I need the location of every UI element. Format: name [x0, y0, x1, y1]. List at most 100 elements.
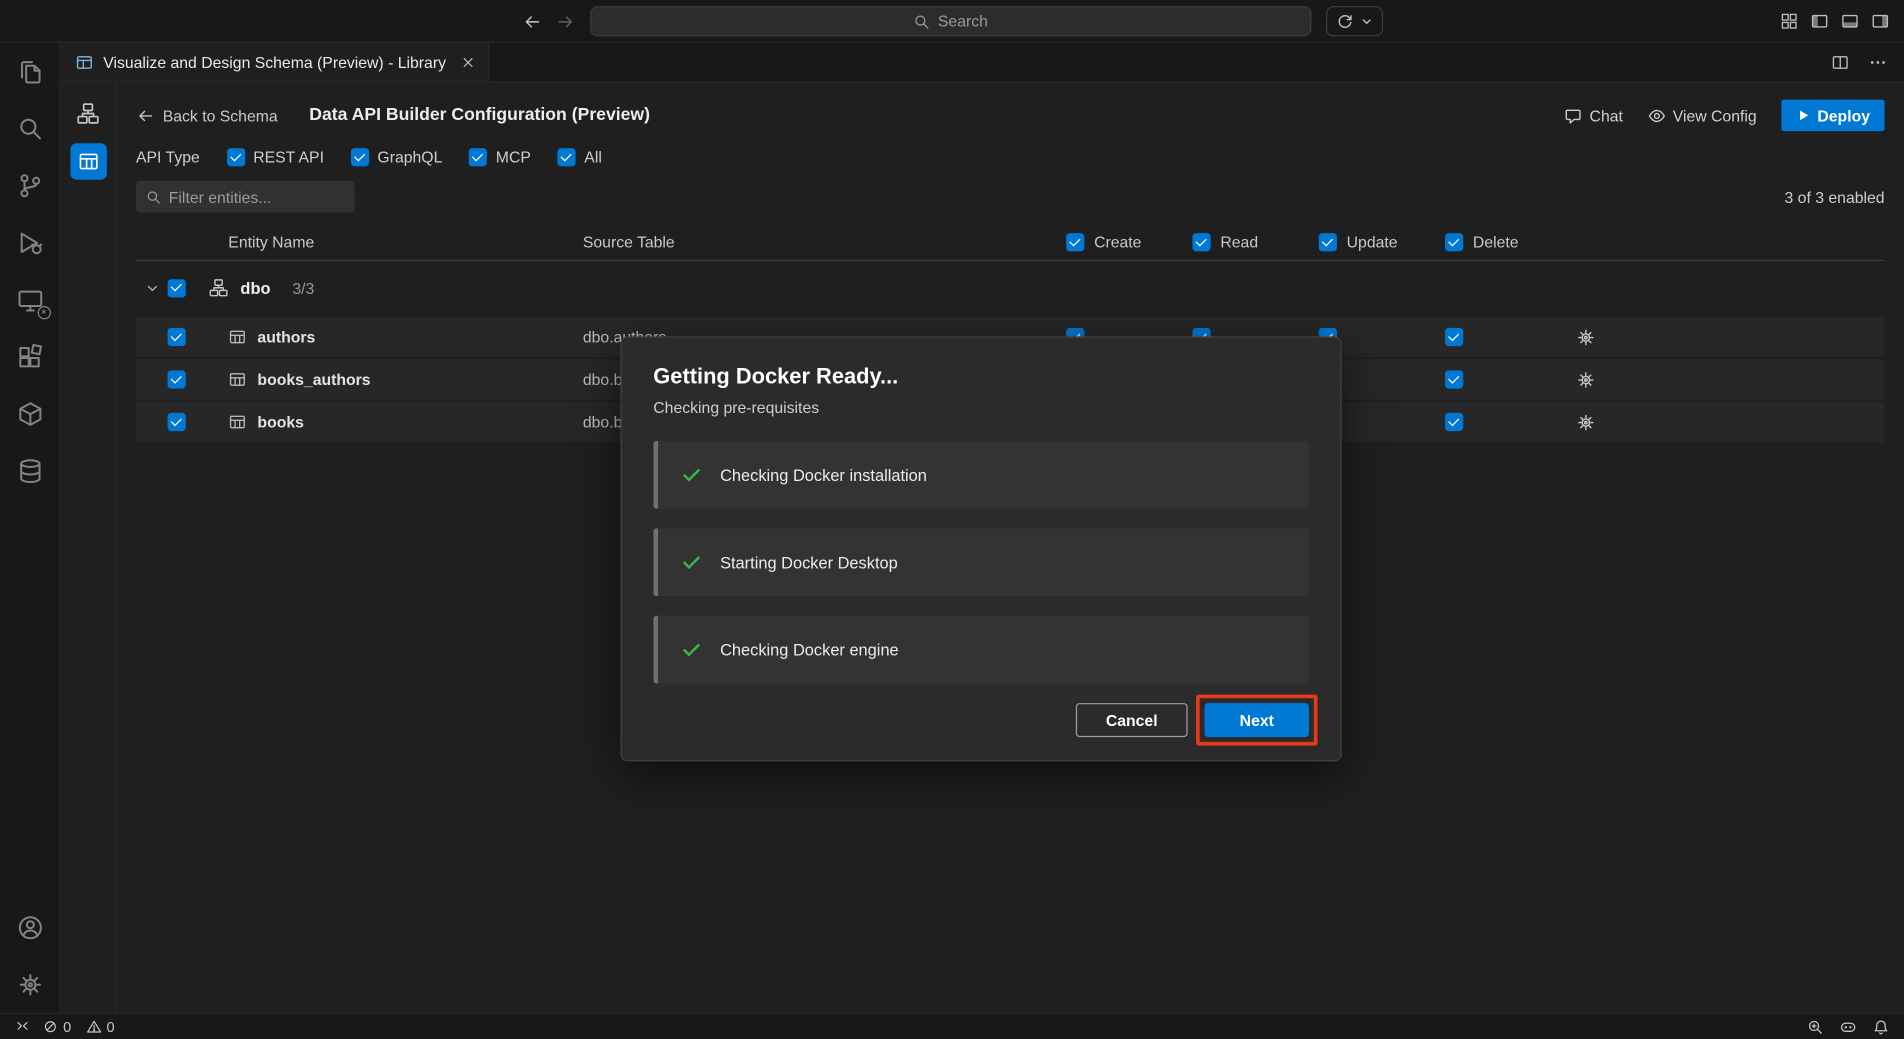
- toggle-secondary-sidebar-icon[interactable]: [1871, 12, 1889, 30]
- toggle-primary-sidebar-icon[interactable]: [1811, 12, 1829, 30]
- col-delete: Delete: [1445, 233, 1571, 251]
- col-update: Update: [1319, 233, 1445, 251]
- schema-designer-tab-icon: [75, 53, 93, 71]
- rest-api-label: REST API: [253, 148, 324, 166]
- search-view-icon[interactable]: [1, 100, 59, 157]
- toggle-panel-icon[interactable]: [1841, 12, 1859, 30]
- deploy-label: Deploy: [1817, 106, 1870, 124]
- errors-icon: [43, 1019, 59, 1035]
- rest-api-checkbox[interactable]: [226, 148, 244, 166]
- filter-entities-input[interactable]: [169, 188, 345, 206]
- schema-org-icon: [209, 278, 228, 297]
- editor-actions: [1831, 43, 1904, 82]
- group-checkbox[interactable]: [168, 279, 186, 297]
- tab-label: Visualize and Design Schema (Preview) - …: [103, 53, 446, 71]
- nav-back-icon[interactable]: [522, 12, 541, 31]
- group-cell: dbo 3/3: [204, 278, 583, 297]
- dialog-footer: Cancel Next: [653, 703, 1309, 737]
- zoom-icon[interactable]: [1807, 1018, 1824, 1035]
- step-docker-desktop: Starting Docker Desktop: [653, 528, 1309, 596]
- chat-button[interactable]: Chat: [1564, 106, 1623, 124]
- row-settings-icon[interactable]: [1571, 327, 1884, 346]
- dab-config-icon[interactable]: [70, 143, 106, 179]
- search-placeholder: Search: [938, 12, 988, 30]
- entity-name: books_authors: [257, 370, 370, 388]
- back-label: Back to Schema: [163, 106, 278, 124]
- row-settings-icon[interactable]: [1571, 412, 1884, 431]
- row-checkbox[interactable]: [168, 413, 186, 431]
- prerequisite-steps: Checking Docker installation Starting Do…: [653, 441, 1309, 684]
- run-debug-icon[interactable]: [1, 214, 59, 271]
- col-source-table: Source Table: [583, 233, 1066, 251]
- warnings-count: 0: [106, 1018, 114, 1035]
- docker-ready-dialog: Getting Docker Ready... Checking pre-req…: [621, 336, 1342, 761]
- remote-window-icon[interactable]: ×: [1, 271, 59, 328]
- deploy-button[interactable]: Deploy: [1781, 100, 1885, 132]
- cancel-button[interactable]: Cancel: [1076, 703, 1188, 737]
- next-button[interactable]: Next: [1205, 703, 1309, 737]
- row-checkbox[interactable]: [168, 328, 186, 346]
- explorer-icon[interactable]: [1, 43, 59, 100]
- eye-icon: [1647, 106, 1665, 124]
- mcp-checkbox[interactable]: [469, 148, 487, 166]
- chevron-down-icon: [1360, 15, 1373, 28]
- notifications-bell-icon[interactable]: [1872, 1018, 1889, 1035]
- group-name: dbo: [240, 279, 270, 297]
- green-check-icon: [682, 640, 701, 659]
- delete-checkbox[interactable]: [1445, 328, 1463, 346]
- enabled-summary: 3 of 3 enabled: [1785, 188, 1885, 206]
- extensions-icon[interactable]: [1, 328, 59, 385]
- row-settings-icon[interactable]: [1571, 370, 1884, 389]
- errors-count: 0: [63, 1018, 71, 1035]
- delete-all-checkbox[interactable]: [1445, 233, 1463, 251]
- table-icon: [228, 370, 246, 388]
- all-checkbox[interactable]: [558, 148, 576, 166]
- database-icon[interactable]: [1, 442, 59, 499]
- command-center-search[interactable]: Search: [590, 6, 1311, 36]
- expand-chevron-icon[interactable]: [136, 280, 168, 296]
- delete-checkbox[interactable]: [1445, 370, 1463, 388]
- chat-label: Chat: [1590, 106, 1623, 124]
- tab-close-icon[interactable]: [461, 54, 477, 70]
- update-all-checkbox[interactable]: [1319, 233, 1337, 251]
- create-all-checkbox[interactable]: [1066, 233, 1084, 251]
- table-header: Entity Name Source Table Create Read: [136, 225, 1885, 261]
- api-type-label: API Type: [136, 148, 200, 166]
- mcp-label: MCP: [496, 148, 531, 166]
- remote-indicator[interactable]: [15, 1019, 31, 1035]
- back-to-schema-link[interactable]: Back to Schema: [136, 106, 278, 124]
- dialog-title: Getting Docker Ready...: [653, 364, 1309, 390]
- schema-designer-icon[interactable]: [70, 95, 106, 131]
- step-label: Starting Docker Desktop: [720, 553, 898, 571]
- schema-group-row: dbo 3/3: [136, 261, 1885, 314]
- tab-visualize-design-schema[interactable]: Visualize and Design Schema (Preview) - …: [61, 43, 490, 82]
- customize-layout-icon[interactable]: [1780, 12, 1798, 30]
- search-icon: [914, 13, 931, 30]
- dialog-subtitle: Checking pre-requisites: [653, 398, 1309, 416]
- source-control-icon[interactable]: [1, 157, 59, 214]
- chat-icon: [1564, 106, 1582, 124]
- problems-indicator[interactable]: 0 0: [43, 1018, 115, 1035]
- row-checkbox[interactable]: [168, 370, 186, 388]
- read-all-checkbox[interactable]: [1192, 233, 1210, 251]
- webview-content: Back to Schema Data API Builder Configur…: [61, 83, 1904, 1013]
- col-entity-name: Entity Name: [204, 233, 583, 251]
- nav-forward-icon[interactable]: [556, 12, 575, 31]
- title-bar: Search: [0, 0, 1904, 43]
- page-header: Back to Schema Data API Builder Configur…: [136, 97, 1885, 133]
- loop-icon: [1336, 12, 1354, 30]
- split-editor-icon[interactable]: [1831, 53, 1849, 71]
- view-config-button[interactable]: View Config: [1647, 106, 1756, 124]
- account-icon[interactable]: [1, 899, 59, 956]
- api-option-graphql: GraphQL: [351, 148, 443, 166]
- delete-checkbox[interactable]: [1445, 413, 1463, 431]
- step-label: Checking Docker engine: [720, 641, 899, 659]
- containers-icon[interactable]: [1, 385, 59, 442]
- history-nav: [522, 0, 575, 43]
- session-picker-button[interactable]: [1326, 6, 1383, 36]
- green-check-icon: [682, 465, 701, 484]
- settings-gear-icon[interactable]: [1, 956, 59, 1013]
- more-actions-icon[interactable]: [1869, 53, 1887, 71]
- graphql-checkbox[interactable]: [351, 148, 369, 166]
- copilot-icon[interactable]: [1840, 1018, 1857, 1035]
